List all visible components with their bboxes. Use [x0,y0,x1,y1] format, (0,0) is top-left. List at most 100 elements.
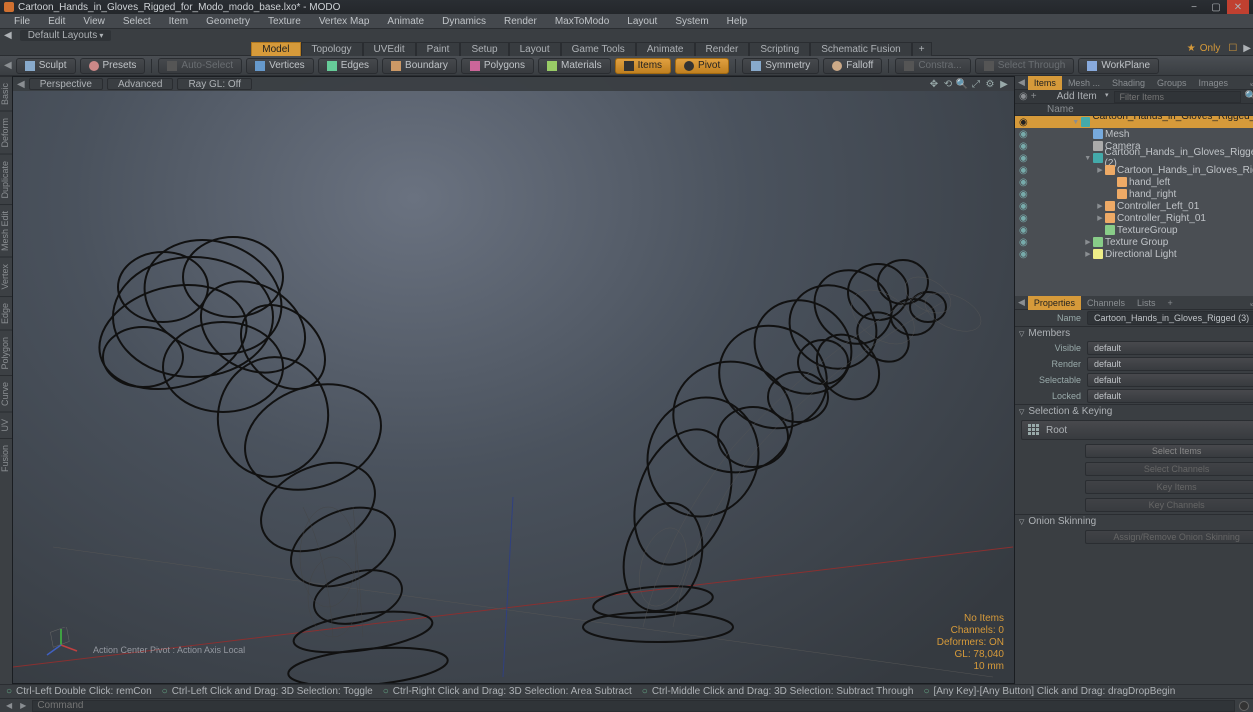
tab-topology[interactable]: Topology [301,42,363,56]
selection-keying-section[interactable]: ▽Selection & Keying [1015,404,1253,418]
materials-button[interactable]: Materials [538,58,611,74]
viewport-collapse-icon[interactable]: ◀ [17,79,25,90]
tree-row[interactable]: ◉TextureGroup [1015,224,1253,236]
autoselect-button[interactable]: Auto-Select [158,58,242,74]
key-channels-button[interactable]: Key Channels [1085,498,1253,512]
visibility-icon[interactable]: ◉ [1015,225,1027,236]
key-items-button[interactable]: Key Items [1085,480,1253,494]
visibility-icon[interactable]: ◉ [1015,237,1027,248]
toolbar-collapse-icon[interactable]: ◀ [4,60,12,71]
add-tab-button[interactable]: + [912,42,932,56]
falloff-button[interactable]: Falloff [823,58,882,74]
layout-collapse-icon[interactable]: ◀ [4,30,12,41]
tab-render[interactable]: Render [695,42,750,56]
menu-maxtomodo[interactable]: MaxToModo [547,16,617,27]
presets-button[interactable]: Presets [80,58,146,74]
leftstrip-vertex[interactable]: Vertex [0,257,12,296]
rotate-viewport-icon[interactable]: ⟲ [942,78,954,90]
only-toggle[interactable]: ★Only☐ [1181,43,1244,54]
visible-select[interactable]: default [1087,341,1253,355]
workplane-button[interactable]: WorkPlane [1078,58,1159,74]
props-collapse-icon[interactable]: ◀ [1015,296,1028,310]
menu-texture[interactable]: Texture [260,16,309,27]
boundary-button[interactable]: Boundary [382,58,457,74]
leftstrip-edge[interactable]: Edge [0,296,12,330]
leftstrip-basic[interactable]: Basic [0,76,12,111]
visibility-icon[interactable]: ◉ [1015,249,1027,260]
tab-model[interactable]: Model [251,42,300,56]
twisty-icon[interactable]: ▶ [1083,250,1093,258]
twisty-icon[interactable]: ▶ [1095,166,1105,174]
prop-tab-[interactable]: + [1162,296,1179,310]
tree-row[interactable]: ◉hand_left [1015,176,1253,188]
select-items-button[interactable]: Select Items [1085,444,1253,458]
visibility-icon[interactable]: ◉ [1015,129,1027,140]
select-through-button[interactable]: Select Through [975,58,1075,74]
item-tree[interactable]: ◉▼Cartoon_Hands_in_Gloves_Rigged_for ...… [1015,116,1253,296]
items-tab-groups[interactable]: Groups [1151,76,1193,90]
menu-animate[interactable]: Animate [379,16,432,27]
wire-hand-right[interactable] [533,187,1003,667]
leftstrip-fusion[interactable]: Fusion [0,438,12,478]
visibility-icon[interactable]: ◉ [1015,141,1027,152]
tab-animate[interactable]: Animate [636,42,695,56]
prop-tab-lists[interactable]: Lists [1131,296,1162,310]
visibility-icon[interactable]: ◉ [1015,117,1027,128]
tree-row[interactable]: ◉▶Directional Light [1015,248,1253,260]
raygl-dropdown[interactable]: Ray GL: Off [177,78,252,90]
tree-row[interactable]: ◉hand_right [1015,188,1253,200]
visibility-icon[interactable]: ◉ [1015,201,1027,212]
minimize-button[interactable]: − [1183,0,1205,14]
leftstrip-deform[interactable]: Deform [0,111,12,154]
tree-row[interactable]: ◉▶Controller_Right_01 [1015,212,1253,224]
filter-items-input[interactable] [1114,91,1241,103]
tab-uvedit[interactable]: UVEdit [363,42,416,56]
props-popout-icon[interactable]: ⤢ [1247,296,1253,310]
tree-row[interactable]: ◉▶Controller_Left_01 [1015,200,1253,212]
tab-paint[interactable]: Paint [416,42,461,56]
tab-layout[interactable]: Layout [509,42,561,56]
twisty-icon[interactable]: ▼ [1083,155,1093,162]
items-button[interactable]: Items [615,58,671,74]
tab-scripting[interactable]: Scripting [749,42,810,56]
tab-collapse-icon[interactable]: ▶ [1243,43,1251,54]
tab-game-tools[interactable]: Game Tools [561,42,636,56]
items-tab-mesh-[interactable]: Mesh ... [1062,76,1106,90]
menu-dynamics[interactable]: Dynamics [434,16,494,27]
prop-tab-channels[interactable]: Channels [1081,296,1131,310]
selectable-select[interactable]: default [1087,373,1253,387]
tree-row[interactable]: ◉▼Cartoon_Hands_in_Gloves_Rigged (2) [1015,152,1253,164]
render-select[interactable]: default [1087,357,1253,371]
menu-vertex-map[interactable]: Vertex Map [311,16,378,27]
menu-select[interactable]: Select [115,16,159,27]
pivot-button[interactable]: Pivot [675,58,729,74]
gear-viewport-icon[interactable]: ⚙ [984,78,996,90]
leftstrip-uv[interactable]: UV [0,412,12,438]
leftstrip-mesh-edit[interactable]: Mesh Edit [0,204,12,257]
tree-row[interactable]: ◉▶Texture Group [1015,236,1253,248]
wire-hand-left[interactable] [73,157,473,684]
edges-button[interactable]: Edges [318,58,378,74]
members-section[interactable]: ▽Members [1015,326,1253,340]
zoom-viewport-icon[interactable]: 🔍 [956,78,968,90]
assign-onion-button[interactable]: Assign/Remove Onion Skinning [1085,530,1253,544]
constrain-button[interactable]: Constra... [895,58,970,74]
onion-section[interactable]: ▽Onion Skinning [1015,514,1253,528]
sculpt-button[interactable]: Sculpt [16,58,76,74]
menu-item[interactable]: Item [161,16,196,27]
items-popout-icon[interactable]: ⤢ [1247,76,1253,90]
history-fwd-icon[interactable]: ▶ [18,701,28,710]
vertices-button[interactable]: Vertices [246,58,314,74]
add-item-dropdown[interactable]: Add Item [1039,91,1114,102]
history-back-icon[interactable]: ◀ [4,701,14,710]
maximize-button[interactable]: ▢ [1205,0,1227,14]
tab-schematic-fusion[interactable]: Schematic Fusion [810,42,911,56]
tree-row[interactable]: ◉▼Cartoon_Hands_in_Gloves_Rigged_for ... [1015,116,1253,128]
menu-geometry[interactable]: Geometry [198,16,258,27]
menu-view[interactable]: View [75,16,113,27]
fit-viewport-icon[interactable]: ⤢ [970,78,982,90]
visibility-icon[interactable]: ◉ [1015,165,1027,176]
polygons-button[interactable]: Polygons [461,58,534,74]
menu-system[interactable]: System [667,16,716,27]
select-channels-button[interactable]: Select Channels [1085,462,1253,476]
